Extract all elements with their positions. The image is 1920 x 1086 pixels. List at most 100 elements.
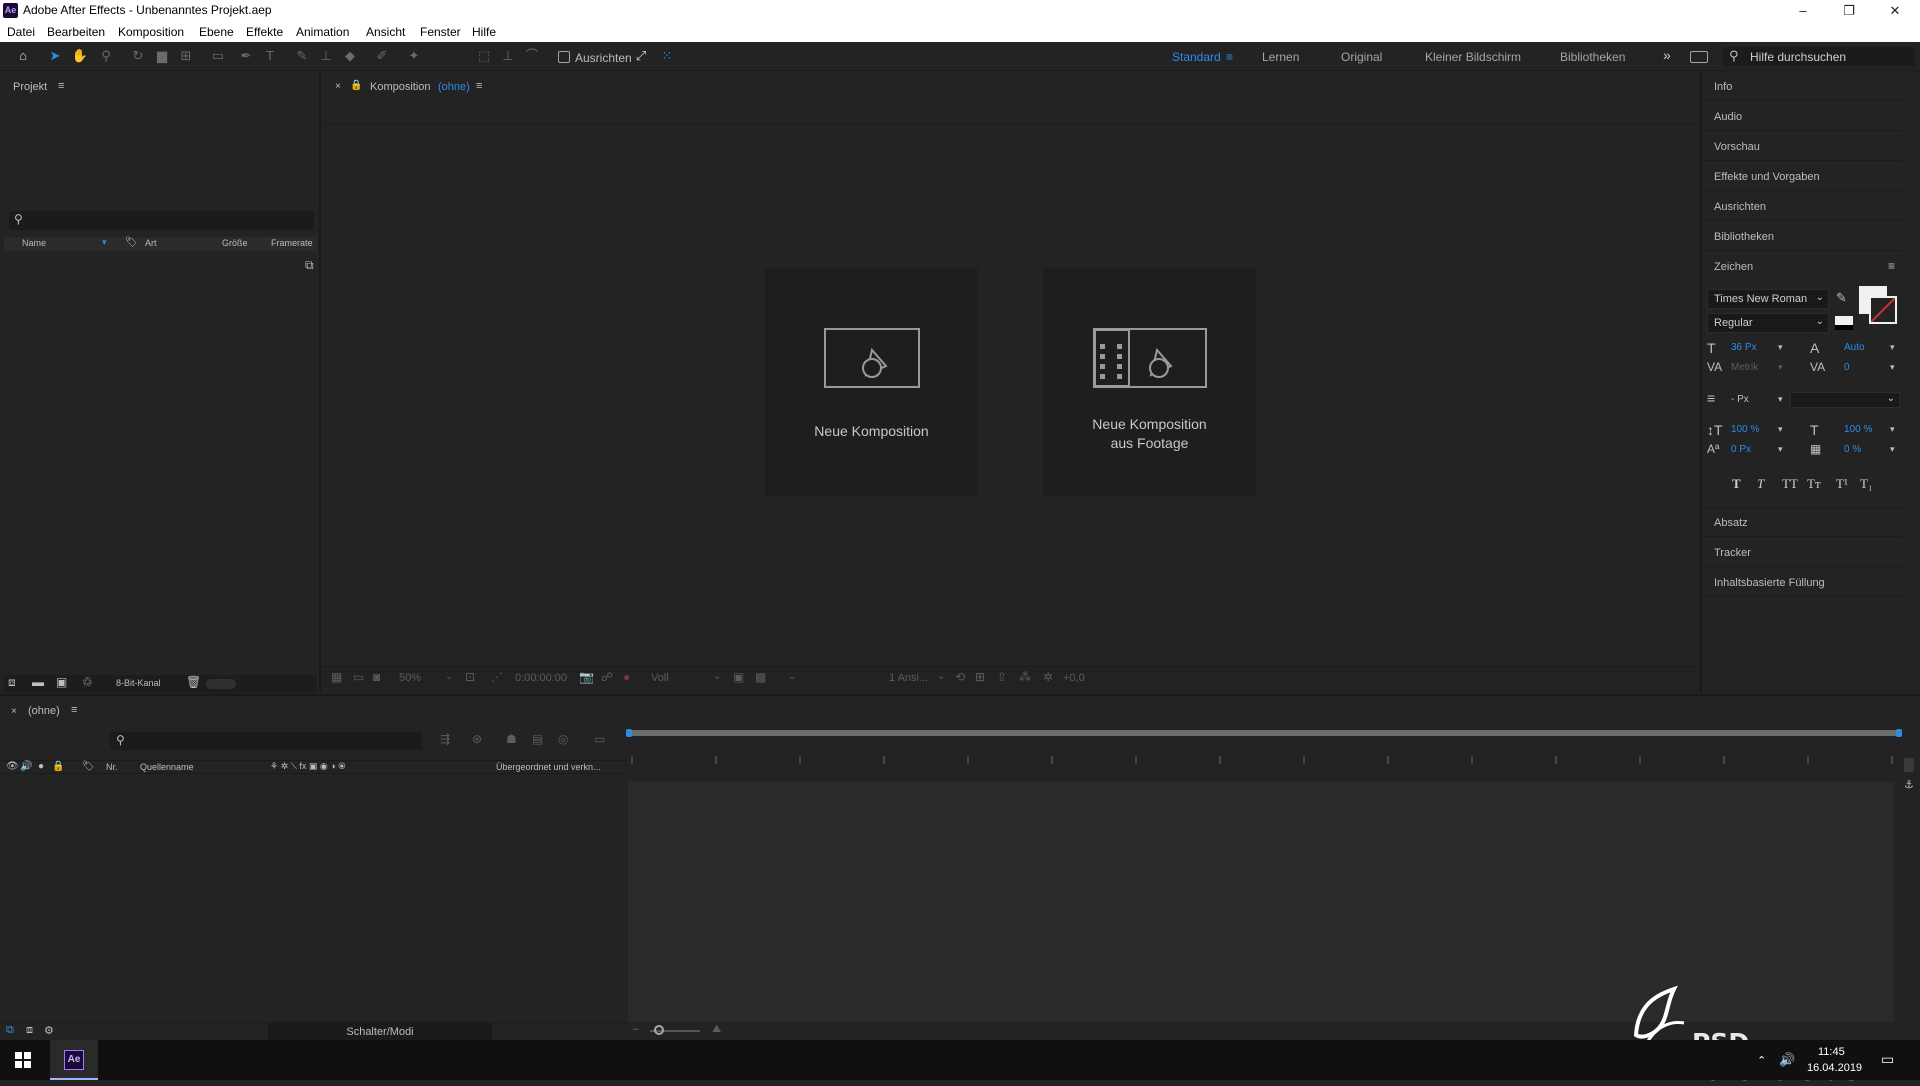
exposure-icon[interactable]: ✲	[1043, 670, 1053, 684]
roto-brush-tool-icon[interactable]: ✐	[372, 47, 392, 65]
stroke-color-swatch[interactable]	[1869, 296, 1897, 324]
maximize-button[interactable]: ❐	[1826, 0, 1872, 21]
axis-world-icon[interactable]: ⊥	[498, 47, 518, 65]
show-snapshot-icon[interactable]: ☍	[601, 670, 613, 684]
motion-blur-icon[interactable]: ◎	[558, 732, 568, 746]
mask-icon[interactable]: ⋰	[491, 670, 503, 684]
project-panel-title[interactable]: Projekt	[13, 81, 47, 93]
flow-icon[interactable]: ⁂	[1019, 670, 1031, 684]
flowchart-icon[interactable]: ⧉	[305, 258, 314, 273]
monitor-icon[interactable]: ▭	[353, 670, 364, 684]
switches-modes-toggle[interactable]: Schalter/Modi	[268, 1023, 492, 1040]
tsume-value[interactable]: 0 %	[1844, 444, 1861, 455]
views-dropdown[interactable]: 1 Ansi...	[889, 672, 928, 684]
font-family-dropdown[interactable]: Times New Roman ⌄	[1707, 289, 1829, 309]
project-search-input[interactable]: ⚲	[9, 211, 314, 230]
transparency-grid-icon[interactable]: ▩	[755, 670, 766, 684]
vertical-scale-value[interactable]: 100 %	[1731, 424, 1759, 435]
menu-hilfe[interactable]: Hilfe	[472, 25, 496, 39]
kerning-value[interactable]: Metrik	[1731, 362, 1758, 373]
panel-menu-icon[interactable]: ≡	[71, 704, 77, 716]
label-tag-icon[interactable]: 🏷	[82, 761, 95, 772]
chevron-down-icon[interactable]: ▾	[1778, 444, 1783, 455]
column-name[interactable]: Name	[22, 238, 46, 248]
layer-search-input[interactable]: ⚲	[110, 732, 422, 750]
expand-layer-switches-icon[interactable]: ⧉	[6, 1024, 14, 1037]
panel-bibliotheken[interactable]: Bibliotheken	[1704, 222, 1902, 251]
panel-inhaltsbasierte-fuellung[interactable]: Inhaltsbasierte Füllung	[1704, 568, 1902, 597]
panel-vorschau[interactable]: Vorschau	[1704, 132, 1902, 161]
graph-editor-icon[interactable]: ▭	[594, 732, 605, 746]
hand-tool-icon[interactable]: ✋	[70, 47, 90, 65]
menu-animation[interactable]: Animation	[296, 25, 349, 39]
sort-dropdown-icon[interactable]: ▾	[102, 237, 107, 248]
color-channel-icon[interactable]: ●	[623, 670, 630, 684]
workspace-menu-icon[interactable]: ≡	[1226, 50, 1233, 64]
bit-depth-button[interactable]: 8-Bit-Kanal	[116, 678, 161, 688]
frame-blending-icon[interactable]: ▤	[532, 732, 543, 746]
more-workspaces-icon[interactable]: »	[1663, 47, 1671, 63]
comp-marker-icon[interactable]: ⚓	[1904, 778, 1914, 791]
new-composition-icon[interactable]: ▣	[56, 675, 67, 689]
menu-ansicht[interactable]: Ansicht	[366, 25, 405, 39]
video-visibility-icon[interactable]: 👁	[6, 761, 19, 772]
panel-absatz[interactable]: Absatz	[1704, 508, 1902, 537]
workspace-layout-icon[interactable]	[1690, 51, 1708, 63]
layer-switches-icon[interactable]: ⚘ ✲ ⟍ fx ▣ ◉ ◑ ⦿	[270, 761, 345, 772]
camera-tool-icon[interactable]: ▆	[152, 47, 172, 65]
eyedropper-icon[interactable]: ✎	[1836, 290, 1847, 306]
stroke-style-dropdown[interactable]: ⌄	[1790, 392, 1900, 408]
column-framerate[interactable]: Framerate	[271, 238, 313, 248]
new-composition-card[interactable]: Neue Komposition	[765, 268, 978, 496]
small-caps-button[interactable]: Tт	[1807, 476, 1821, 492]
fast-previews-icon[interactable]: ⟲	[955, 670, 965, 684]
composition-tab-name[interactable]: (ohne)	[438, 81, 470, 93]
font-style-dropdown[interactable]: Regular ⌄	[1707, 313, 1829, 333]
workspace-standard[interactable]: Standard	[1172, 50, 1221, 64]
workspace-lernen[interactable]: Lernen	[1262, 50, 1299, 64]
expand-transfer-controls-icon[interactable]: ⧈	[26, 1024, 33, 1037]
column-nr[interactable]: Nr.	[106, 762, 118, 772]
leading-value[interactable]: Auto	[1844, 342, 1865, 353]
axis-view-icon[interactable]: ⌒	[522, 47, 542, 65]
baseline-shift-value[interactable]: 0 Px	[1731, 444, 1751, 455]
zoom-tool-icon[interactable]: ⚲	[96, 47, 116, 65]
solo-icon[interactable]: ●	[38, 761, 44, 772]
draft-3d-icon[interactable]: ⊛	[472, 732, 482, 746]
chevron-down-icon[interactable]: ▾	[1890, 362, 1895, 373]
selection-tool-icon[interactable]: ➤	[45, 47, 65, 65]
workspace-original[interactable]: Original	[1341, 50, 1382, 64]
faux-italic-button[interactable]: T	[1757, 476, 1764, 492]
timeline-icon[interactable]: ⊞	[975, 670, 985, 684]
menu-effekte[interactable]: Effekte	[246, 25, 283, 39]
volume-icon[interactable]: 🔊	[1779, 1052, 1795, 1068]
project-settings-icon[interactable]: ♲	[82, 675, 93, 689]
work-area-end-handle[interactable]	[1896, 729, 1902, 737]
eraser-tool-icon[interactable]: ◆	[340, 47, 360, 65]
audio-icon[interactable]: 🔊	[20, 761, 32, 772]
camera-dropdown-arrow-icon[interactable]: ⌄	[788, 671, 796, 682]
rotate-tool-icon[interactable]: ↻	[128, 47, 148, 65]
zoom-in-icon[interactable]: ⛰	[712, 1023, 721, 1036]
panel-effekte-und-vorgaben[interactable]: Effekte und Vorgaben	[1704, 162, 1902, 191]
chevron-down-icon[interactable]: ▾	[1778, 342, 1783, 353]
faux-bold-button[interactable]: T	[1732, 476, 1741, 492]
tray-chevron-up-icon[interactable]: ⌃	[1757, 1054, 1766, 1067]
help-search-placeholder[interactable]: Hilfe durchsuchen	[1750, 50, 1846, 64]
flowchart-icon[interactable]: ⇧	[997, 670, 1007, 684]
close-button[interactable]: ✕	[1872, 0, 1918, 21]
workspace-kleiner-bildschirm[interactable]: Kleiner Bildschirm	[1425, 50, 1521, 64]
panel-info[interactable]: Info	[1704, 72, 1902, 101]
font-size-value[interactable]: 36 Px	[1731, 342, 1757, 353]
stroke-width-value[interactable]: - Px	[1731, 394, 1749, 405]
column-quellenname[interactable]: Quellenname	[140, 762, 194, 772]
interpret-footage-icon[interactable]: ⧈	[8, 675, 16, 690]
lock-icon[interactable]: 🔒	[52, 761, 64, 772]
scrollbar[interactable]	[1904, 758, 1914, 772]
brush-tool-icon[interactable]: ✎	[292, 47, 312, 65]
new-composition-from-footage-card[interactable]: Neue Komposition aus Footage	[1043, 268, 1256, 496]
composition-mini-flowchart-icon[interactable]: ⇶	[440, 732, 450, 746]
pan-behind-tool-icon[interactable]: ⊞	[176, 47, 196, 65]
action-center-icon[interactable]: ▭	[1881, 1051, 1894, 1068]
zoom-slider-handle[interactable]	[654, 1025, 664, 1035]
